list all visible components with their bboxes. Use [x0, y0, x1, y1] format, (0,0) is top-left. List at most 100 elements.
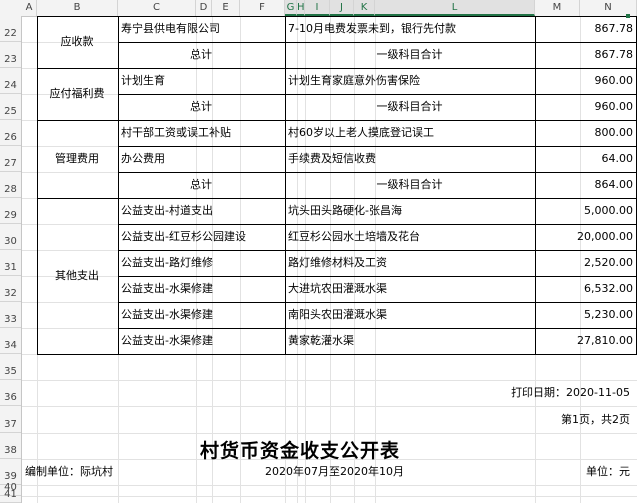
- subtotal-desc-cell[interactable]: 一级科目合计: [288, 94, 531, 120]
- column-header-h[interactable]: H: [297, 0, 305, 16]
- row-header-29[interactable]: 29: [0, 198, 21, 224]
- row-header-36[interactable]: 36: [0, 380, 21, 406]
- row-header-31[interactable]: 31: [0, 250, 21, 276]
- total-label-cell[interactable]: 总计: [121, 94, 281, 120]
- column-header-j[interactable]: J: [330, 0, 354, 16]
- amount-cell[interactable]: 960.00: [538, 94, 634, 120]
- subtotal-desc-cell[interactable]: 一级科目合计: [288, 172, 531, 198]
- amount-cell[interactable]: 867.78: [538, 42, 634, 68]
- period-text[interactable]: 2020年07月至2020年10月: [243, 459, 426, 485]
- table-border-horizontal: [37, 354, 637, 355]
- item-cell[interactable]: 公益支出-村道支出: [121, 198, 281, 224]
- column-header-g[interactable]: G: [285, 0, 297, 16]
- table-border-vertical: [37, 16, 38, 355]
- column-header-d[interactable]: D: [196, 0, 212, 16]
- row-header-30[interactable]: 30: [0, 224, 21, 250]
- row-header-27[interactable]: 27: [0, 146, 21, 172]
- amount-cell[interactable]: 867.78: [538, 16, 634, 42]
- amount-cell[interactable]: 864.00: [538, 172, 634, 198]
- item-cell[interactable]: 寿宁县供电有限公司: [121, 16, 281, 42]
- row-header-28[interactable]: 28: [0, 172, 21, 198]
- description-cell[interactable]: 大进坑农田灌溉水渠: [288, 276, 531, 302]
- description-cell[interactable]: 路灯维修材料及工资: [288, 250, 531, 276]
- gridline-horizontal: [22, 496, 637, 497]
- amount-cell[interactable]: 20,000.00: [538, 224, 633, 250]
- table-border-horizontal: [37, 68, 637, 69]
- table-border-horizontal: [118, 42, 637, 43]
- item-cell[interactable]: 公益支出-水渠修建: [121, 328, 281, 354]
- column-header-l[interactable]: L: [375, 0, 535, 16]
- gridline-horizontal: [22, 485, 637, 486]
- row-header-24[interactable]: 24: [0, 68, 21, 94]
- amount-cell[interactable]: 2,520.00: [538, 250, 633, 276]
- row-header-32[interactable]: 32: [0, 276, 21, 302]
- column-header-b[interactable]: B: [37, 0, 118, 16]
- column-header-f[interactable]: F: [240, 0, 285, 16]
- row-header-37[interactable]: 37: [0, 406, 21, 433]
- column-header-k[interactable]: K: [354, 0, 375, 16]
- column-header-m[interactable]: M: [535, 0, 580, 16]
- table-border-horizontal: [37, 120, 637, 121]
- description-cell[interactable]: 7-10月电费发票未到，银行先付款: [288, 16, 531, 42]
- amount-cell[interactable]: 27,810.00: [538, 328, 633, 354]
- table-border-vertical: [118, 16, 119, 355]
- amount-cell[interactable]: 800.00: [538, 120, 634, 146]
- item-cell[interactable]: 公益支出-水渠修建: [121, 276, 281, 302]
- description-cell[interactable]: 手续费及短信收费: [288, 146, 531, 172]
- currency-unit-text[interactable]: 单位：元: [543, 459, 630, 485]
- subtotal-desc-cell[interactable]: 一级科目合计: [288, 42, 531, 68]
- table-border-horizontal: [118, 328, 637, 329]
- description-cell[interactable]: 计划生育家庭意外伤害保险: [288, 68, 531, 94]
- description-cell[interactable]: 黄家乾灌水渠: [288, 328, 531, 354]
- item-cell[interactable]: 村干部工资或误工补贴: [121, 120, 281, 146]
- column-header-i[interactable]: I: [305, 0, 330, 16]
- amount-cell[interactable]: 5,230.00: [538, 302, 633, 328]
- row-header-33[interactable]: 33: [0, 302, 21, 328]
- table-border-horizontal: [118, 224, 637, 225]
- category-cell[interactable]: 应付福利费: [40, 68, 114, 120]
- row-header-41[interactable]: 41: [0, 489, 21, 503]
- item-cell[interactable]: 公益支出-红豆杉公园建设: [121, 224, 281, 250]
- row-header-bar: 22 23 24 25 26 27 28 29 30 31 32 33 34 35 36 37 38 39 40 41: [0, 16, 22, 503]
- item-cell[interactable]: 公益支出-水渠修建: [121, 302, 281, 328]
- item-cell[interactable]: 公益支出-路灯维修: [121, 250, 281, 276]
- amount-cell[interactable]: 5,000.00: [538, 198, 633, 224]
- table-border-vertical: [285, 16, 286, 355]
- amount-cell[interactable]: 6,532.00: [538, 276, 633, 302]
- table-border-horizontal: [118, 250, 637, 251]
- category-cell[interactable]: 其他支出: [40, 198, 114, 354]
- total-label-cell[interactable]: 总计: [121, 42, 281, 68]
- row-header-25[interactable]: 25: [0, 94, 21, 120]
- category-cell[interactable]: 管理费用: [40, 120, 114, 198]
- table-border-horizontal: [118, 302, 637, 303]
- description-cell[interactable]: 红豆杉公园水土培墙及花台: [288, 224, 531, 250]
- print-date-text[interactable]: 打印日期：2020-11-05: [303, 380, 630, 406]
- compiling-unit-text[interactable]: 编制单位：际坑村: [25, 459, 196, 485]
- column-header-c[interactable]: C: [118, 0, 196, 16]
- column-header-a[interactable]: A: [22, 0, 37, 16]
- row-header-26[interactable]: 26: [0, 120, 21, 146]
- row-header-22[interactable]: 22: [0, 16, 21, 42]
- description-cell[interactable]: 村60岁以上老人摸底登记误工: [288, 120, 531, 146]
- row-header-38[interactable]: 38: [0, 433, 21, 459]
- description-cell[interactable]: 坑头田头路硬化-张昌海: [288, 198, 531, 224]
- table-border-horizontal: [118, 172, 637, 173]
- sheet-grid[interactable]: 应收款 寿宁县供电有限公司 7-10月电费发票未到，银行先付款 867.78 总计 一级科…: [22, 14, 637, 503]
- description-cell[interactable]: 南阳头农田灌溉水渠: [288, 302, 531, 328]
- table-border-horizontal: [118, 94, 637, 95]
- row-header-35[interactable]: 35: [0, 354, 21, 380]
- item-cell[interactable]: 办公费用: [121, 146, 281, 172]
- total-label-cell[interactable]: 总计: [121, 172, 281, 198]
- selection-fill-handle[interactable]: [626, 14, 630, 18]
- amount-cell[interactable]: 64.00: [538, 146, 634, 172]
- page-info-text[interactable]: 第1页，共2页: [303, 406, 630, 433]
- category-cell[interactable]: 应收款: [40, 16, 114, 68]
- table-border-horizontal: [118, 146, 637, 147]
- row-header-23[interactable]: 23: [0, 42, 21, 68]
- column-header-e[interactable]: E: [212, 0, 240, 16]
- table-border-vertical: [535, 16, 536, 355]
- row-header-34[interactable]: 34: [0, 328, 21, 354]
- amount-cell[interactable]: 960.00: [538, 68, 634, 94]
- item-cell[interactable]: 计划生育: [121, 68, 281, 94]
- table-border-horizontal: [37, 198, 637, 199]
